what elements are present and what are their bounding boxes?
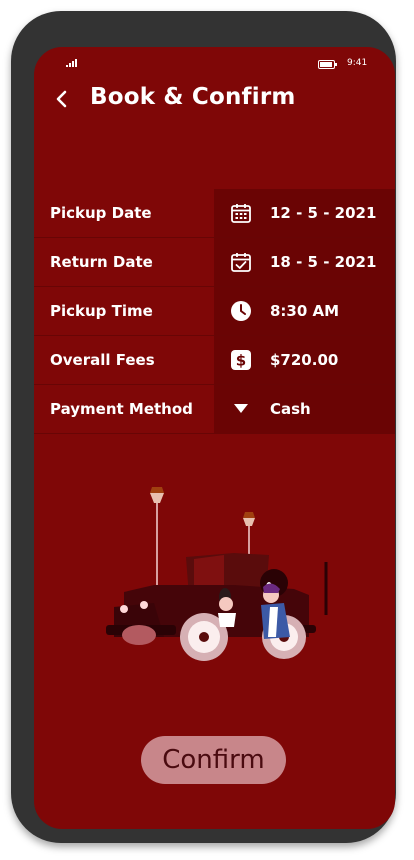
detail-label: Payment Method xyxy=(50,400,193,418)
detail-label: Return Date xyxy=(50,253,153,271)
confirm-button[interactable]: Confirm xyxy=(141,736,286,784)
battery-icon xyxy=(318,60,337,69)
detail-value: 18 - 5 - 2021 xyxy=(270,253,377,271)
booking-details: Pickup Date 12 - 5 - 2021 Return Date 18… xyxy=(34,189,395,434)
dollar-icon: $ xyxy=(231,350,251,370)
detail-label: Pickup Time xyxy=(50,302,153,320)
detail-label: Overall Fees xyxy=(50,351,155,369)
return-date-field[interactable]: 18 - 5 - 2021 xyxy=(214,238,395,286)
detail-row-pickup-date: Pickup Date 12 - 5 - 2021 xyxy=(34,189,395,238)
signal-icon xyxy=(66,59,77,67)
app-screen: 9:41 Book & Confirm Pickup Date 12 - 5 -… xyxy=(34,47,395,829)
detail-value: $720.00 xyxy=(270,351,339,369)
dropdown-triangle-icon xyxy=(234,404,248,413)
clock-icon xyxy=(231,301,251,321)
jeep xyxy=(106,553,328,661)
status-bar: 9:41 xyxy=(34,53,395,69)
chevron-left-icon[interactable] xyxy=(52,89,72,109)
calendar-icon xyxy=(231,204,251,223)
detail-label: Pickup Date xyxy=(50,204,152,222)
svg-text:$: $ xyxy=(236,352,246,370)
phone-frame: 9:41 Book & Confirm Pickup Date 12 - 5 -… xyxy=(11,11,396,843)
detail-value: 8:30 AM xyxy=(270,302,340,320)
detail-value: Cash xyxy=(270,400,311,418)
jeep-illustration xyxy=(106,487,328,661)
detail-row-pickup-time: Pickup Time 8:30 AM xyxy=(34,287,395,336)
detail-value: 12 - 5 - 2021 xyxy=(270,204,377,222)
overall-fees-field: $ $720.00 xyxy=(214,336,395,384)
header: Book & Confirm xyxy=(34,83,395,115)
detail-row-overall-fees: Overall Fees $ $720.00 xyxy=(34,336,395,385)
payment-method-select[interactable]: Cash xyxy=(214,385,395,433)
detail-row-payment-method: Payment Method Cash xyxy=(34,385,395,434)
calendar-check-icon xyxy=(231,253,251,272)
page-title: Book & Confirm xyxy=(90,84,296,110)
pickup-date-field[interactable]: 12 - 5 - 2021 xyxy=(214,189,395,237)
detail-row-return-date: Return Date 18 - 5 - 2021 xyxy=(34,238,395,287)
pickup-time-field[interactable]: 8:30 AM xyxy=(214,287,395,335)
status-time: 9:41 xyxy=(347,58,368,68)
